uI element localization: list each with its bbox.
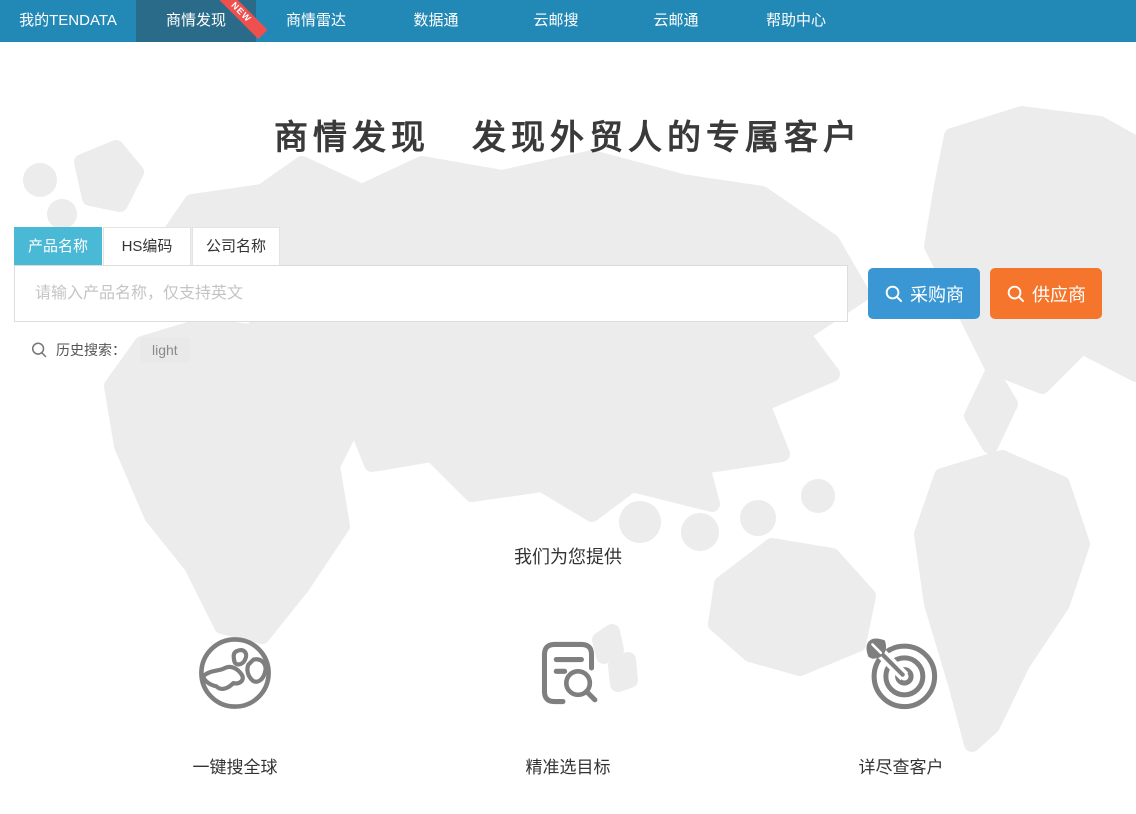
nav-item-label: 我的TENDATA: [19, 12, 117, 29]
nav-item-help-center[interactable]: 帮助中心: [736, 0, 856, 42]
search-icon: [1006, 284, 1025, 303]
tab-hs-code[interactable]: HS编码: [103, 227, 191, 265]
feature-label: 详尽查客户: [756, 753, 1046, 778]
page-title-left: 商情发现: [274, 118, 430, 158]
section-title: 我们为您提供: [0, 543, 1136, 569]
nav-item-label: 云邮搜: [533, 12, 578, 29]
nav-item-label: 云邮通: [653, 12, 698, 29]
nav-item-label: 数据通: [413, 12, 458, 29]
history-search-icon: [30, 341, 48, 359]
nav-item-trade-discovery[interactable]: 商情发现 NEW: [136, 0, 256, 42]
nav-item-data-link[interactable]: 数据通: [376, 0, 496, 42]
document-search-icon: [526, 631, 610, 715]
page-title-right: 发现外贸人的专属客户: [472, 118, 862, 158]
tab-label: HS编码: [122, 238, 173, 255]
tab-company-name[interactable]: 公司名称: [192, 227, 280, 265]
top-navigation: 我的TENDATA 商情发现 NEW 商情雷达 数据通 云邮搜 云邮通 帮助中心: [0, 0, 1136, 42]
search-tabs: 产品名称 HS编码 公司名称: [14, 227, 1102, 265]
nav-item-cloud-mail[interactable]: 云邮通: [616, 0, 736, 42]
search-history: 历史搜索： light: [30, 337, 1102, 363]
search-panel: 产品名称 HS编码 公司名称 采购商: [0, 227, 1136, 363]
tab-label: 公司名称: [206, 238, 266, 255]
supplier-search-button[interactable]: 供应商: [990, 268, 1102, 319]
buyer-button-label: 采购商: [910, 281, 964, 307]
history-tag[interactable]: light: [140, 337, 190, 363]
feature-label: 一键搜全球: [90, 753, 380, 778]
nav-item-cloud-mail-search[interactable]: 云邮搜: [496, 0, 616, 42]
feature-label: 精准选目标: [423, 753, 713, 778]
target-dart-icon: [859, 631, 943, 715]
history-label: 历史搜索：: [56, 340, 126, 360]
globe-icon: [193, 631, 277, 715]
buyer-search-button[interactable]: 采购商: [868, 268, 980, 319]
tab-label: 产品名称: [28, 238, 88, 255]
search-icon: [884, 284, 903, 303]
nav-item-label: 帮助中心: [766, 12, 826, 29]
nav-item-my-tendata[interactable]: 我的TENDATA: [0, 0, 136, 42]
search-input[interactable]: [14, 265, 848, 322]
feature-global-search: 一键搜全球: [90, 631, 380, 778]
search-row: 采购商 供应商: [14, 265, 1102, 322]
supplier-button-label: 供应商: [1032, 281, 1086, 307]
nav-item-label: 商情雷达: [286, 12, 346, 29]
feature-list: 一键搜全球 精准选目标: [90, 631, 1046, 778]
feature-customer-detail: 详尽查客户: [756, 631, 1046, 778]
page-title: 商情发现 发现外贸人的专属客户: [0, 110, 1136, 159]
tab-product-name[interactable]: 产品名称: [14, 227, 102, 265]
nav-item-label: 商情发现: [166, 12, 226, 29]
feature-precise-targeting: 精准选目标: [423, 631, 713, 778]
nav-item-trade-radar[interactable]: 商情雷达: [256, 0, 376, 42]
